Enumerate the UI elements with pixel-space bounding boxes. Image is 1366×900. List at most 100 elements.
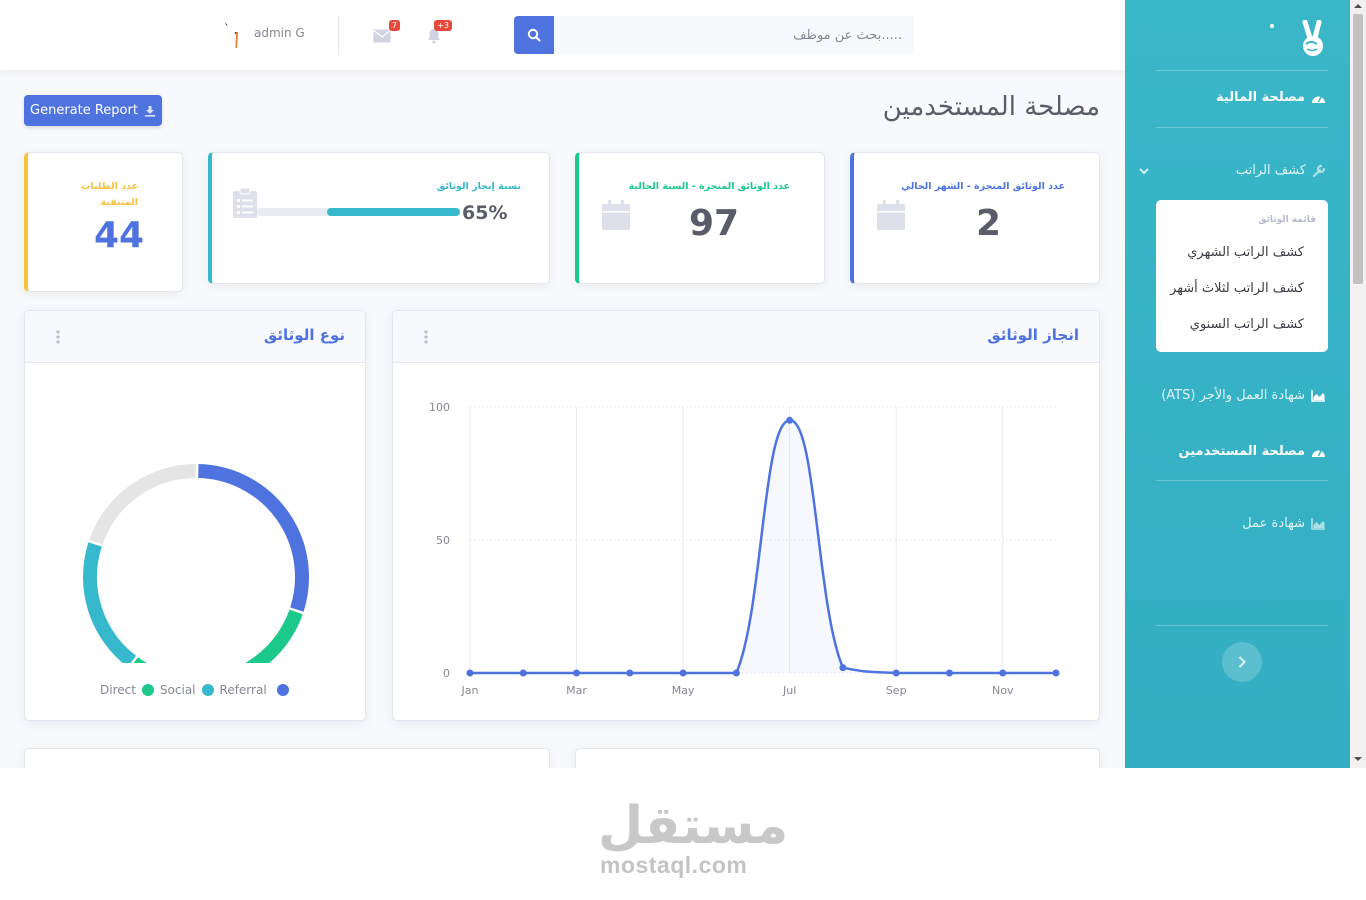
donut-legend: Direct Social Referral bbox=[100, 683, 289, 697]
watermark-latin: mostaql.com bbox=[600, 852, 748, 878]
search-icon bbox=[527, 28, 541, 42]
search-button[interactable] bbox=[514, 16, 554, 54]
scroll-down-arrow-icon[interactable] bbox=[1354, 756, 1362, 762]
submenu-item-yearly[interactable]: كشف الراتب السنوي bbox=[1190, 317, 1304, 332]
data-point bbox=[1052, 669, 1060, 677]
legend-label-referral: Referral bbox=[219, 683, 267, 697]
generate-report-button[interactable]: Generate Report bbox=[24, 95, 162, 126]
user-name[interactable]: admin G bbox=[254, 26, 305, 40]
submenu-item-monthly[interactable]: كشف الراتب الشهري bbox=[1187, 245, 1304, 260]
stat-card-progress: نسبة إنجاز الوثائق 65% bbox=[208, 152, 550, 284]
y-tick-label: 0 bbox=[443, 667, 450, 680]
stat-value-yearly: 97 bbox=[689, 203, 740, 244]
chart-area-icon bbox=[1311, 517, 1325, 530]
watermark-arabic: مستقل bbox=[598, 796, 789, 856]
stat-value-monthly: 2 bbox=[976, 203, 1002, 244]
stat-label-monthly: عدد الوثائق المنجزة - الشهر الحالي bbox=[901, 181, 1065, 192]
sidebar-item-work-certificate[interactable]: شهادة عمل bbox=[1242, 516, 1326, 531]
donut-chart-title: نوع الوثائق bbox=[263, 326, 345, 344]
submenu-item-quarterly[interactable]: كشف الراتب لثلاث أشهر bbox=[1170, 281, 1304, 296]
legend-dot-social bbox=[141, 684, 154, 696]
data-point bbox=[839, 664, 847, 672]
data-point bbox=[626, 669, 634, 677]
bottom-card-left bbox=[24, 748, 550, 768]
data-point bbox=[892, 669, 900, 677]
page-title: مصلحة المستخدمين bbox=[882, 92, 1100, 122]
stat-card-yearly: عدد الوثائق المنجزة - السنة الحالية 97 bbox=[575, 152, 825, 284]
sidebar-item-label: شهادة عمل bbox=[1242, 516, 1305, 531]
stat-value-progress: 65% bbox=[462, 202, 508, 224]
search-bar bbox=[514, 16, 914, 54]
sidebar: مصلحة المالية كشف الراتب قائمة الوثائق ك… bbox=[1125, 0, 1350, 768]
stat-label-progress: نسبة إنجاز الوثائق bbox=[436, 181, 521, 192]
alerts-button[interactable]: +3 bbox=[424, 20, 452, 46]
data-point bbox=[786, 416, 794, 424]
topbar: +3 7 admin G bbox=[0, 0, 1125, 70]
data-point bbox=[999, 669, 1007, 677]
data-point bbox=[466, 669, 474, 677]
sidebar-item-payslip[interactable]: كشف الراتب bbox=[1236, 163, 1326, 178]
stat-card-pending: عدد الطلبات المتبقية 44 bbox=[24, 152, 183, 292]
data-point bbox=[573, 669, 581, 677]
sidebar-item-label: مصلحة المالية bbox=[1216, 90, 1305, 105]
bottom-card-right bbox=[575, 748, 1100, 768]
messages-button[interactable]: 7 bbox=[372, 20, 400, 46]
x-tick-label: Sep bbox=[886, 684, 907, 697]
area-chart-header: انجاز الوثائق bbox=[393, 311, 1099, 363]
tachometer-icon bbox=[1312, 95, 1325, 103]
avatar[interactable] bbox=[222, 20, 242, 52]
y-tick-label: 100 bbox=[429, 401, 450, 414]
x-tick-label: May bbox=[672, 684, 695, 697]
legend-label-social: Social bbox=[159, 683, 196, 697]
search-input[interactable] bbox=[554, 16, 914, 54]
calendar-icon bbox=[877, 200, 905, 230]
donut-chart-header: نوع الوثائق bbox=[25, 311, 365, 363]
area-chart: 0 50 100 Jan Mar May Jul Sep Nov bbox=[429, 401, 1060, 697]
chevron-down-icon[interactable] bbox=[1139, 168, 1149, 175]
brand-dot bbox=[1270, 24, 1274, 28]
area-chart-title: انجاز الوثائق bbox=[987, 326, 1079, 344]
sidebar-divider bbox=[1156, 480, 1328, 481]
donut-slice bbox=[83, 542, 137, 663]
sidebar-item-label: كشف الراتب bbox=[1235, 163, 1306, 178]
data-point bbox=[945, 669, 953, 677]
area-fill bbox=[470, 420, 1056, 673]
scroll-up-arrow-icon[interactable] bbox=[1354, 3, 1362, 9]
alerts-badge: +3 bbox=[434, 20, 452, 31]
stat-value-pending: 44 bbox=[94, 215, 145, 256]
sidebar-item-label: شهادة العمل والأجر (ATS) bbox=[1161, 388, 1305, 403]
sidebar-submenu: قائمة الوثائق كشف الراتب الشهري كشف الرا… bbox=[1156, 200, 1328, 352]
data-point bbox=[679, 669, 687, 677]
donut-slice bbox=[89, 464, 196, 545]
legend-label-direct: Direct bbox=[100, 683, 136, 697]
sidebar-brand[interactable] bbox=[1125, 0, 1350, 70]
sidebar-item-users[interactable]: مصلحة المستخدمين bbox=[1179, 444, 1326, 459]
y-tick-label: 50 bbox=[436, 534, 450, 547]
sidebar-item-finance[interactable]: مصلحة المالية bbox=[1216, 90, 1326, 105]
progress-fill bbox=[327, 208, 460, 216]
donut-chart-card: نوع الوثائق bbox=[24, 310, 366, 721]
x-tick-label: Jul bbox=[782, 684, 796, 697]
more-vertical-icon[interactable] bbox=[423, 329, 429, 345]
legend-dot-direct bbox=[276, 684, 289, 696]
chevron-right-icon bbox=[1238, 656, 1246, 668]
download-icon bbox=[144, 105, 155, 117]
sidebar-item-ats[interactable]: شهادة العمل والأجر (ATS) bbox=[1161, 388, 1326, 403]
data-point bbox=[519, 669, 527, 677]
topbar-divider bbox=[338, 16, 339, 54]
scroll-thumb[interactable] bbox=[1353, 14, 1363, 284]
scrollbar[interactable] bbox=[1350, 0, 1366, 768]
sidebar-divider bbox=[1156, 70, 1328, 71]
stat-label-pending-1: عدد الطلبات bbox=[80, 181, 138, 192]
more-vertical-icon[interactable] bbox=[55, 329, 61, 345]
sidebar-divider bbox=[1156, 127, 1328, 128]
donut-slice bbox=[198, 464, 309, 612]
generate-report-label: Generate Report bbox=[30, 103, 138, 118]
viewport: +3 7 admin G مصلحة المستخدمين Generate R… bbox=[0, 0, 1366, 768]
stat-card-monthly: عدد الوثائق المنجزة - الشهر الحالي 2 bbox=[850, 152, 1100, 284]
x-tick-label: Jan bbox=[461, 684, 479, 697]
peace-hand-logo-icon bbox=[1302, 20, 1323, 56]
sidebar-toggle-button[interactable] bbox=[1222, 642, 1262, 682]
envelope-icon bbox=[373, 29, 391, 43]
donut-slice bbox=[133, 609, 303, 663]
